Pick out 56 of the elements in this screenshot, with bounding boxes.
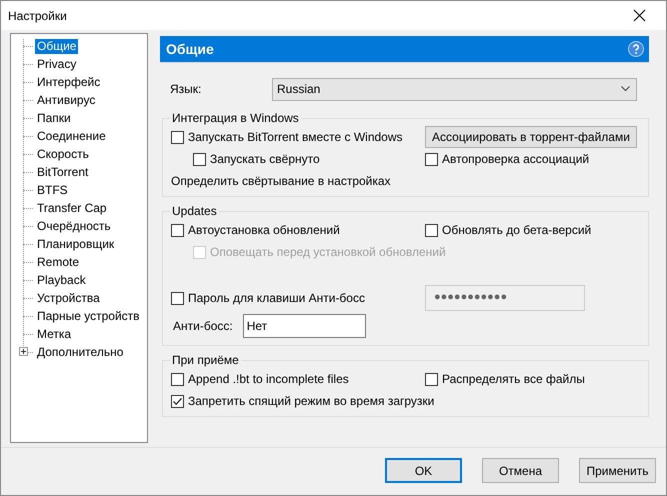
tree-item[interactable]: Папки (35, 110, 73, 126)
checkbox-label: Оповещать перед установкой обновлений (210, 245, 446, 259)
group-title: При приёме (171, 353, 240, 368)
checkbox-label: Автоустановка обновлений (188, 223, 340, 237)
checkbox[interactable] (171, 372, 184, 386)
dialog-button[interactable]: Отмена (482, 458, 559, 483)
checkbox[interactable] (425, 372, 438, 386)
tree-item[interactable]: Устройства (35, 290, 102, 306)
checkbox-label: Автопроверка ассоциаций (442, 152, 590, 166)
tree-item[interactable]: Парные устройств (35, 308, 142, 324)
checkbox[interactable] (193, 152, 206, 166)
group-title: Интеграция в Windows (171, 111, 300, 126)
tree-item[interactable]: Remote (35, 254, 82, 270)
checkbox[interactable] (171, 130, 184, 144)
tree-item[interactable]: Соединение (35, 128, 108, 144)
checkbox-label: Распределять все файлы (442, 372, 585, 386)
close-icon[interactable] (633, 9, 646, 22)
checkbox[interactable] (171, 394, 184, 408)
tree-item[interactable]: Transfer Cap (35, 200, 109, 216)
tree-item[interactable]: Playback (35, 272, 88, 288)
tree-item[interactable]: Privacy (35, 56, 78, 72)
checkbox[interactable] (425, 152, 438, 166)
window-title: Настройки (8, 8, 67, 22)
language-dropdown[interactable]: Russian (272, 78, 637, 100)
input-field[interactable]: Нет (242, 314, 366, 338)
password-field[interactable]: ●●●●●●●●●●● (425, 285, 585, 311)
checkbox[interactable] (171, 292, 184, 304)
checkbox[interactable] (171, 224, 184, 236)
tree-item[interactable]: BTFS (35, 182, 70, 198)
tree-item[interactable]: Метка (35, 326, 74, 342)
tree-item[interactable]: Антивирус (35, 92, 98, 108)
tree-item[interactable]: Скорость (35, 146, 91, 162)
checkbox-label: Пароль для клавиши Анти-босс (188, 291, 365, 305)
tree-item[interactable]: Очерёдность (35, 218, 113, 234)
checkbox-label: Запретить спящий режим во время загрузки (188, 394, 434, 408)
tree-item[interactable]: Интерфейс (35, 74, 102, 90)
checkbox-label: Append .!bt to incomplete files (188, 372, 349, 386)
checkbox-label: Запускать свёрнуто (210, 152, 320, 166)
tree-item[interactable]: BitTorrent (35, 164, 90, 180)
option-label: Определить свёртывание в настройках (171, 173, 392, 190)
chevron-down-icon (621, 86, 630, 92)
checkbox[interactable] (425, 224, 438, 236)
language-label: Язык: (170, 82, 202, 96)
checkbox-label: Запускать BitTorrent вместе с Windows (188, 130, 403, 144)
dialog-button[interactable]: Применить (579, 458, 656, 483)
tree-item[interactable]: Дополнительно (35, 344, 126, 360)
expand-icon[interactable] (19, 347, 28, 356)
panel-title: Общие (166, 41, 214, 57)
tree-item[interactable]: Общие (35, 38, 78, 54)
dialog-button[interactable]: OK (385, 458, 462, 483)
help-icon[interactable] (628, 41, 644, 57)
tree-item[interactable]: Планировщик (35, 236, 116, 252)
field-label: Анти-босс: (173, 319, 233, 333)
checkbox-label: Обновлять до бета-версий (442, 223, 592, 237)
group-title: Updates (171, 204, 218, 219)
associate-button[interactable]: Ассоциировать в торрент-файлами (425, 126, 637, 148)
